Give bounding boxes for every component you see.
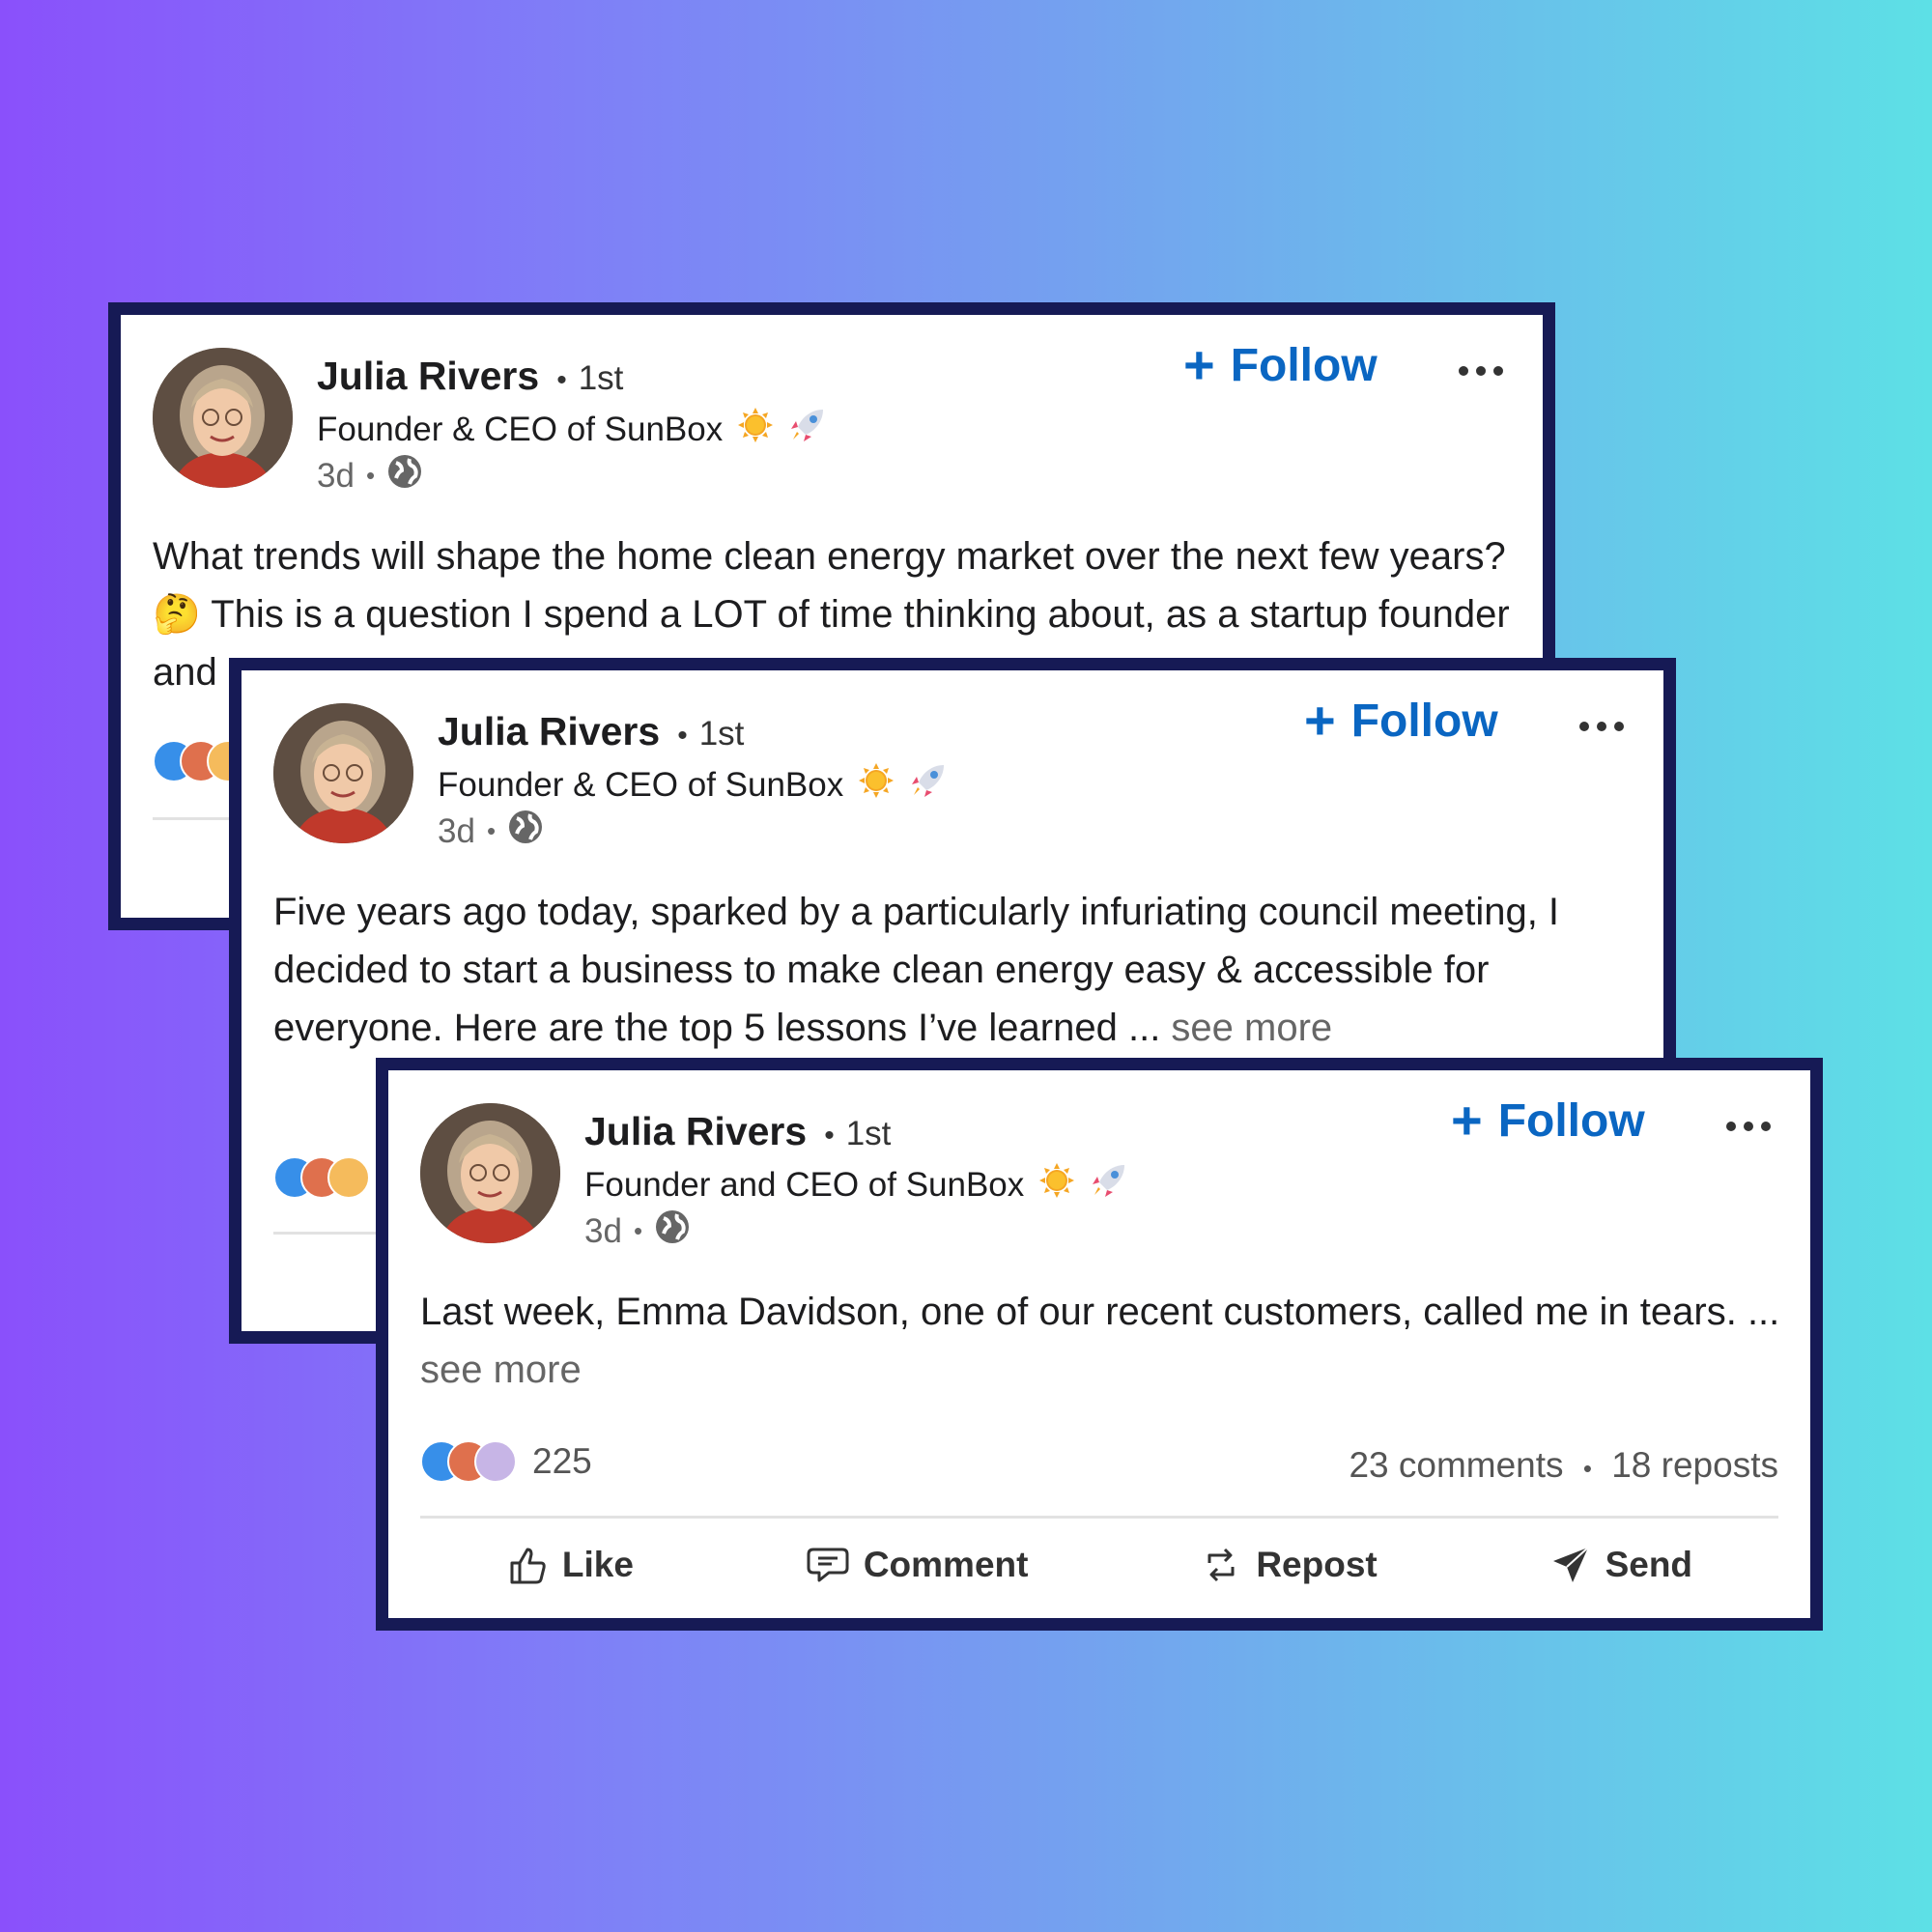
follow-button[interactable]: + Follow (1451, 1094, 1645, 1148)
separator-dot: • (486, 816, 497, 845)
connection-degree: 1st (845, 1115, 892, 1152)
comments-count[interactable]: 23 comments (1349, 1445, 1563, 1485)
like-icon (510, 1548, 546, 1584)
reaction-summary[interactable]: 225 (420, 1440, 592, 1483)
follow-label: Follow (1350, 695, 1498, 747)
post-text: Five years ago today, sparked by a parti… (273, 883, 1645, 1057)
separator-dot: • (556, 364, 567, 396)
plus-icon: + (1451, 1090, 1483, 1151)
reaction-summary[interactable] (273, 1156, 380, 1199)
see-more-link[interactable]: see more (420, 1349, 582, 1391)
separator-dot: • (824, 1120, 835, 1151)
reposts-count[interactable]: 18 reposts (1611, 1445, 1778, 1485)
plus-icon: + (1183, 334, 1215, 395)
avatar[interactable] (273, 703, 413, 843)
reaction-count: 225 (532, 1441, 592, 1481)
globe-icon (507, 809, 544, 854)
avatar[interactable] (153, 348, 293, 488)
like-label: Like (561, 1545, 634, 1584)
repost-label: Repost (1256, 1545, 1378, 1584)
separator-dot: • (677, 720, 688, 752)
post-text: Last week, Emma Davidson, one of our rec… (420, 1283, 1792, 1399)
repost-button[interactable]: Repost (1200, 1544, 1378, 1586)
more-options-icon[interactable] (1724, 1117, 1773, 1136)
sun-icon (738, 408, 774, 451)
globe-icon (654, 1208, 691, 1254)
follow-label: Follow (1497, 1094, 1645, 1147)
follow-button[interactable]: + Follow (1304, 694, 1498, 748)
headline-text: Founder and CEO of SunBox (584, 1165, 1025, 1204)
see-more-link[interactable]: see more (1171, 1007, 1332, 1049)
rocket-icon (1090, 1161, 1128, 1208)
repost-icon (1208, 1548, 1235, 1582)
author-name[interactable]: Julia Rivers (438, 709, 660, 754)
follow-label: Follow (1230, 339, 1378, 391)
post-meta: 3d • (317, 453, 423, 498)
separator-dot: • (365, 461, 376, 490)
post-body: Five years ago today, sparked by a parti… (273, 891, 1560, 1049)
globe-icon (386, 453, 423, 498)
connection-degree: 1st (578, 359, 624, 397)
author-headline: Founder and CEO of SunBox (584, 1161, 1128, 1208)
post-meta: 3d • (438, 809, 544, 854)
post-meta: 3d • (584, 1208, 691, 1254)
support-reaction-icon (474, 1440, 517, 1483)
plus-icon: + (1304, 690, 1336, 751)
comment-icon (807, 1548, 849, 1582)
send-icon (1552, 1547, 1589, 1582)
divider (420, 1516, 1778, 1519)
comment-label: Comment (863, 1545, 1029, 1584)
connection-degree: 1st (698, 715, 745, 753)
author-name[interactable]: Julia Rivers (317, 354, 539, 399)
send-button[interactable]: Send (1549, 1544, 1692, 1586)
sun-icon (1039, 1163, 1075, 1207)
post-time: 3d (584, 1211, 622, 1250)
post-card-3: Julia Rivers • 1st Founder and CEO of Su… (376, 1058, 1823, 1631)
rocket-icon (909, 761, 948, 809)
headline-text: Founder & CEO of SunBox (438, 765, 844, 804)
rocket-icon (788, 406, 827, 453)
author-name[interactable]: Julia Rivers (584, 1109, 807, 1154)
separator-dot: • (633, 1216, 643, 1245)
send-label: Send (1605, 1545, 1693, 1584)
post-time: 3d (317, 456, 355, 495)
avatar[interactable] (420, 1103, 560, 1243)
author-headline: Founder & CEO of SunBox (438, 761, 948, 809)
post-stats: 23 comments • 18 reposts (1349, 1445, 1778, 1486)
like-button[interactable]: Like (506, 1544, 634, 1586)
more-options-icon[interactable] (1577, 717, 1626, 736)
insightful-reaction-icon (327, 1156, 370, 1199)
comment-button[interactable]: Comment (806, 1544, 1029, 1586)
follow-button[interactable]: + Follow (1183, 338, 1378, 392)
separator-dot: • (1582, 1454, 1592, 1483)
author-headline: Founder & CEO of SunBox (317, 406, 827, 453)
post-body: Last week, Emma Davidson, one of our rec… (420, 1291, 1780, 1333)
sun-icon (859, 763, 895, 807)
action-bar: Like Comment Repost Send (420, 1544, 1778, 1586)
post-time: 3d (438, 811, 475, 850)
more-options-icon[interactable] (1457, 361, 1505, 381)
headline-text: Founder & CEO of SunBox (317, 410, 724, 448)
